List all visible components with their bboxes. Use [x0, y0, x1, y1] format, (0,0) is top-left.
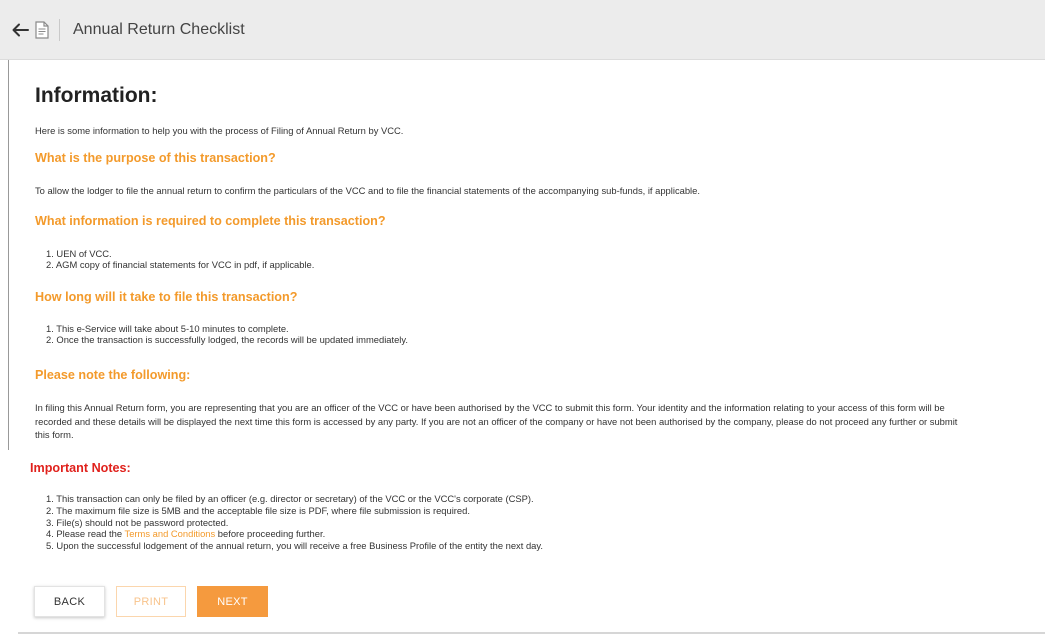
back-button[interactable]: BACK — [34, 586, 105, 617]
list-item: 5. Upon the successful lodgement of the … — [46, 540, 543, 552]
note-line: recorded and these details will be displ… — [35, 415, 958, 427]
list-item: 2. The maximum file size is 5MB and the … — [46, 504, 470, 516]
duration-list: 1. This e-Service will take about 5-10 m… — [46, 323, 408, 345]
terms-suffix: before proceeding further. — [215, 528, 326, 540]
arrow-left-icon[interactable] — [10, 20, 30, 40]
list-item: 2. Once the transaction is successfully … — [46, 333, 408, 345]
important-notes-heading: Important Notes: — [30, 461, 131, 475]
page-title: Annual Return Checklist — [73, 20, 245, 38]
note-question: Please note the following: — [35, 368, 191, 382]
terms-prefix: 4. Please read the — [46, 528, 125, 540]
left-border — [8, 60, 9, 450]
top-bar: Annual Return Checklist — [0, 0, 1045, 60]
list-item: 1. UEN of VCC. — [46, 248, 112, 259]
required-question: What information is required to complete… — [35, 214, 386, 228]
list-item: 4. Please read the Terms and Conditions … — [46, 528, 543, 540]
list-item: 2. AGM copy of financial statements for … — [46, 258, 315, 270]
required-list: 1. UEN of VCC. 2. AGM copy of financial … — [46, 248, 315, 270]
list-item: 3. File(s) should not be password protec… — [46, 516, 229, 528]
print-button[interactable]: PRINT — [116, 586, 186, 617]
note-line: In filing this Annual Return form, you a… — [35, 402, 945, 413]
purpose-question: What is the purpose of this transaction? — [35, 151, 276, 165]
header-divider — [59, 18, 60, 41]
note-line: this form. — [35, 429, 74, 440]
bottom-border — [18, 632, 1045, 634]
information-heading: Information: — [35, 84, 158, 107]
next-button[interactable]: NEXT — [197, 586, 268, 617]
important-notes-list: 1. This transaction can only be filed by… — [46, 493, 543, 552]
duration-question: How long will it take to file this trans… — [35, 290, 298, 304]
note-text: In filing this Annual Return form, you a… — [35, 401, 957, 442]
list-item: 1. This e-Service will take about 5-10 m… — [46, 323, 289, 334]
list-item: 1. This transaction can only be filed by… — [46, 493, 534, 504]
terms-and-conditions-link[interactable]: Terms and Conditions — [125, 528, 216, 539]
purpose-answer: To allow the lodger to file the annual r… — [35, 185, 700, 196]
document-icon — [34, 20, 50, 39]
intro-text: Here is some information to help you wit… — [35, 125, 404, 136]
